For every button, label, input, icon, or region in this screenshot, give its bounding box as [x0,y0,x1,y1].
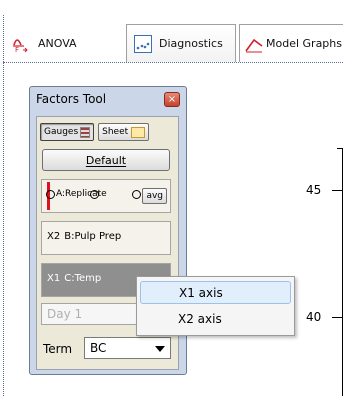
menu-item-label: X1 axis [179,285,223,300]
graph-pane-border-top [3,62,343,63]
y-tick-label: 40 [306,310,322,324]
factor-name: B:Pulp Prep [64,231,122,242]
gauge-level-knob[interactable] [132,190,141,199]
avg-button-label: avg [146,191,163,201]
axis-context-menu: X1 axis X2 axis [136,276,295,336]
factor-name: C:Temp [64,273,102,284]
default-button-label: Default [85,153,127,167]
tab-model-graphs[interactable]: Model Graphs [239,24,343,62]
close-icon: × [167,93,177,105]
scatter-plot-icon [134,34,152,53]
tab-diagnostics[interactable]: Diagnostics [126,24,236,62]
svg-text:F: F [15,46,19,53]
tab-model-graphs-label: Model Graphs [266,37,342,50]
menu-item-label: X2 axis [178,311,222,326]
factor-row-pulp-prep[interactable]: X2 B:Pulp Prep [41,221,171,255]
factor-axis: X1 [47,273,61,284]
gauges-icon [80,126,91,138]
term-select[interactable]: BC [84,337,171,359]
gauges-view-label: Gauges [44,127,79,137]
close-button[interactable]: × [164,92,180,107]
tab-anova[interactable]: F ANOVA [12,24,122,62]
y-tick-label: 45 [306,183,322,197]
avg-button[interactable]: avg [142,188,167,204]
factor-name: A:Replicate [56,189,107,199]
window-title: Factors Tool [36,92,107,106]
menu-item-x2-axis[interactable]: X2 axis [140,307,291,330]
default-button[interactable]: Default [42,149,170,171]
f-test-icon: F [13,39,28,53]
factor-gauge-replicate[interactable]: A:Replicate avg [41,179,171,213]
term-select-value: BC [90,341,107,355]
line-graph-icon [245,38,263,52]
sheet-view-label: Sheet [102,127,129,137]
factor-axis: X2 [47,231,61,242]
view-tabs: F ANOVA Diagnostics Model Graphs [6,24,343,62]
gauge-level-knob[interactable] [46,190,55,199]
sheet-icon [131,126,146,138]
gauges-view-button[interactable]: Gauges [40,123,95,141]
y-tick-mark [332,190,342,191]
graph-pane-border-left [3,15,4,396]
tab-diagnostics-label: Diagnostics [159,37,223,50]
factor-label: X1 C:Temp [47,273,101,284]
sheet-view-button[interactable]: Sheet [98,123,150,141]
term-label: Term [43,342,73,356]
y-tick-mark [332,317,342,318]
menu-item-x1-axis[interactable]: X1 axis [140,281,291,304]
view-toggle: Gauges Sheet [40,123,153,141]
tab-anova-label: ANOVA [38,36,77,50]
factor-label: X2 B:Pulp Prep [47,231,121,242]
chevron-down-icon[interactable] [155,346,165,352]
factor-level-value: Day 1 [47,307,83,321]
